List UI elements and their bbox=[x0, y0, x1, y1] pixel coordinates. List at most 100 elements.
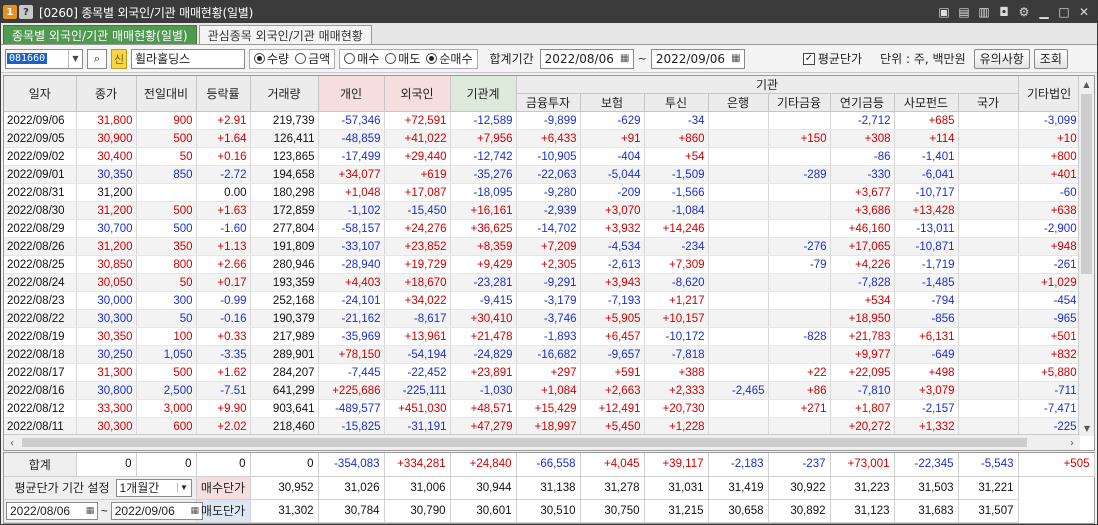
table-cell: 2022/09/02 bbox=[4, 147, 77, 166]
close-icon[interactable]: ✕ bbox=[1077, 5, 1091, 19]
table-cell: +17,087 bbox=[384, 183, 451, 202]
table-cell: 289,901 bbox=[250, 345, 319, 364]
radio-net-buy[interactable]: 순매수 bbox=[426, 50, 473, 67]
radio-dot-icon bbox=[344, 53, 356, 64]
scroll-up-icon[interactable]: ▲ bbox=[1079, 76, 1094, 92]
calendar-icon[interactable]: ▦ bbox=[728, 53, 744, 64]
avg-date-to-input[interactable]: 2022/09/06 ▦ bbox=[110, 501, 203, 520]
column-header[interactable]: 투신 bbox=[644, 93, 709, 112]
query-button[interactable]: 조회 bbox=[1033, 48, 1068, 69]
scroll-right-icon[interactable]: › bbox=[1064, 435, 1080, 450]
radio-quantity[interactable]: 수량 bbox=[254, 50, 289, 67]
table-row[interactable]: 2022/09/01 30,350 850 -2.72 194,658 +34,077 +6… bbox=[4, 165, 1081, 184]
avg-date-from-input[interactable]: 2022/08/06 ▦ bbox=[6, 501, 98, 520]
avg-price-checkbox[interactable]: ✓ bbox=[802, 52, 815, 65]
radio-sell[interactable]: 매도 bbox=[385, 50, 420, 67]
column-header[interactable]: 거래량 bbox=[250, 76, 319, 112]
stock-code-input[interactable]: 081660 ▼ bbox=[5, 48, 83, 69]
column-header[interactable]: 등락률 bbox=[196, 76, 251, 112]
chevron-down-icon[interactable]: ▼ bbox=[68, 49, 82, 68]
table-cell: 2022/08/17 bbox=[4, 363, 77, 382]
total-label: 합계 bbox=[4, 453, 77, 477]
table-row[interactable]: 2022/08/29 30,700 500 -1.60 277,804 -58,157 +2… bbox=[4, 219, 1081, 238]
table-cell: -2,157 bbox=[894, 399, 959, 418]
table-cell bbox=[958, 165, 1019, 184]
table-cell: +1.63 bbox=[196, 201, 251, 220]
settings-icon[interactable]: ⚙ bbox=[1017, 5, 1031, 19]
search-icon[interactable]: ⌕ bbox=[87, 48, 107, 69]
table-cell: -1.60 bbox=[196, 219, 251, 238]
avg-price-checkbox-wrap[interactable]: ✓ 평균단가 bbox=[802, 50, 862, 67]
table-row[interactable]: 2022/08/12 33,300 3,000 +9.90 903,641 -489,57… bbox=[4, 399, 1081, 418]
column-header[interactable]: 기타금융 bbox=[768, 93, 831, 112]
column-header[interactable]: 개인 bbox=[318, 76, 385, 112]
tab-watchlist[interactable]: 관심종목 외국인/기관 매매현황 bbox=[198, 25, 372, 44]
table-row[interactable]: 2022/08/17 31,300 500 +1.62 284,207 -7,445 -22… bbox=[4, 363, 1081, 382]
column-header[interactable]: 전일대비 bbox=[136, 76, 197, 112]
calendar-icon[interactable]: ▦ bbox=[617, 53, 633, 64]
table-cell: 350 bbox=[136, 237, 197, 256]
table-row[interactable]: 2022/08/11 30,300 600 +2.02 218,460 -15,825 -3… bbox=[4, 417, 1081, 436]
radio-buy[interactable]: 매수 bbox=[344, 50, 379, 67]
table-row[interactable]: 2022/08/23 30,000 300 -0.99 252,168 -24,101 +3… bbox=[4, 291, 1081, 310]
column-header[interactable]: 보험 bbox=[580, 93, 645, 112]
column-header[interactable]: 국가 bbox=[958, 93, 1019, 112]
column-header[interactable]: 기관계 bbox=[450, 76, 517, 112]
vertical-scroll-thumb[interactable] bbox=[1081, 94, 1092, 274]
avg-period-select[interactable]: 1개월간 ▼ bbox=[115, 478, 192, 497]
chevron-down-icon[interactable]: ▼ bbox=[176, 483, 191, 492]
horizontal-scroll-thumb[interactable] bbox=[22, 438, 1027, 447]
radio-net-buy-label: 순매수 bbox=[439, 52, 473, 66]
radio-amount[interactable]: 금액 bbox=[295, 50, 330, 67]
notice-button[interactable]: 유의사항 bbox=[973, 48, 1030, 69]
table-cell bbox=[768, 201, 831, 220]
table-cell: 600 bbox=[136, 417, 197, 436]
table-cell: +2.91 bbox=[196, 111, 251, 130]
scroll-down-icon[interactable]: ▼ bbox=[1079, 420, 1094, 436]
column-header[interactable]: 일자 bbox=[4, 76, 77, 112]
column-header[interactable]: 금융투자 bbox=[516, 93, 581, 112]
table-row[interactable]: 2022/09/06 31,800 900 +2.91 219,739 -57,346 +7… bbox=[4, 111, 1081, 130]
table-row[interactable]: 2022/08/26 31,200 350 +1.13 191,809 -33,107 +2… bbox=[4, 237, 1081, 256]
table-row[interactable]: 2022/08/19 30,350 100 +0.33 217,989 -35,969 +1… bbox=[4, 327, 1081, 346]
table-cell: 2022/08/25 bbox=[4, 255, 77, 274]
minimize-icon[interactable]: ▁ bbox=[1037, 5, 1051, 19]
scroll-left-icon[interactable]: ‹ bbox=[4, 435, 20, 450]
column-header[interactable]: 연기금등 bbox=[830, 93, 895, 112]
table-row[interactable]: 2022/08/25 30,850 800 +2.66 280,946 -28,940 +1… bbox=[4, 255, 1081, 274]
window-menu-icon[interactable]: ▣ bbox=[937, 5, 951, 19]
save-icon[interactable]: ▤ bbox=[957, 5, 971, 19]
date-to-input[interactable]: 2022/09/06 ▦ bbox=[650, 48, 745, 69]
screenshot-icon[interactable]: ◘ bbox=[997, 5, 1011, 19]
table-row[interactable]: 2022/08/18 30,250 1,050 -3.35 289,901 +78,150… bbox=[4, 345, 1081, 364]
link-icon[interactable]: ▥ bbox=[977, 5, 991, 19]
tab-stock-daily[interactable]: 종목별 외국인/기관 매매현황(일별) bbox=[3, 25, 197, 44]
table-cell bbox=[958, 255, 1019, 274]
table-row[interactable]: 2022/08/16 30,800 2,500 -7.51 641,299 +225,68… bbox=[4, 381, 1081, 400]
column-header[interactable]: 외국인 bbox=[384, 76, 451, 112]
maximize-icon[interactable]: □ bbox=[1057, 5, 1071, 19]
calendar-icon[interactable]: ▦ bbox=[83, 505, 97, 516]
column-header[interactable]: 종가 bbox=[76, 76, 137, 112]
table-row[interactable]: 2022/08/24 30,050 50 +0.17 193,359 +4,403 +18,… bbox=[4, 273, 1081, 292]
table-cell bbox=[958, 183, 1019, 202]
column-header[interactable]: 기타법인 bbox=[1018, 76, 1081, 112]
table-cell: 33,300 bbox=[76, 399, 137, 418]
date-from-input[interactable]: 2022/08/06 ▦ bbox=[539, 48, 634, 69]
table-cell: 2022/09/06 bbox=[4, 111, 77, 130]
vertical-scrollbar[interactable]: ▲ ▼ bbox=[1078, 76, 1094, 436]
table-cell: +54 bbox=[644, 147, 709, 166]
table-cell: -16,682 bbox=[516, 345, 581, 364]
table-row[interactable]: 2022/08/31 31,200 0.00 180,298 +1,048 +17,087… bbox=[4, 183, 1081, 202]
table-row[interactable]: 2022/09/05 30,900 500 +1.64 126,411 -48,859 +4… bbox=[4, 129, 1081, 148]
screen-number-badge[interactable]: 1 bbox=[3, 5, 17, 19]
table-row[interactable]: 2022/08/30 31,200 500 +1.63 172,859 -1,102 -15… bbox=[4, 201, 1081, 220]
calendar-icon[interactable]: ▦ bbox=[188, 505, 202, 516]
table-row[interactable]: 2022/09/02 30,400 50 +0.16 123,865 -17,499 +29… bbox=[4, 147, 1081, 166]
column-header[interactable]: 사모펀드 bbox=[894, 93, 959, 112]
horizontal-scrollbar[interactable]: ‹ › bbox=[4, 434, 1080, 450]
table-row[interactable]: 2022/08/22 30,300 50 -0.16 190,379 -21,162 -8,… bbox=[4, 309, 1081, 328]
column-header[interactable]: 은행 bbox=[708, 93, 769, 112]
help-badge[interactable]: ? bbox=[19, 5, 33, 19]
buy-avg-cell: 31,138 bbox=[516, 476, 581, 500]
